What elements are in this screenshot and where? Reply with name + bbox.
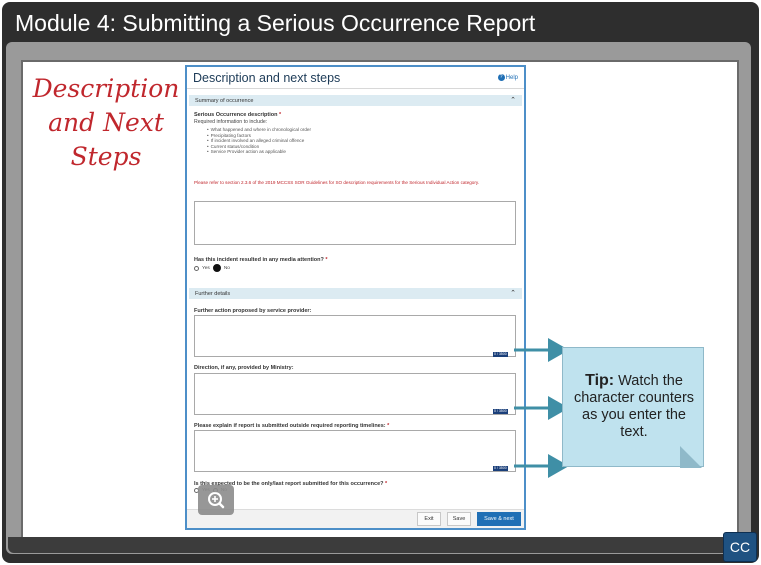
tip-text: Tip: Watch the character counters as you… [569,372,699,441]
tip-fold [680,446,702,468]
closed-captions-button[interactable]: CC [723,532,757,562]
tip-arrows [514,338,569,478]
tip-label: Tip: [585,372,615,389]
